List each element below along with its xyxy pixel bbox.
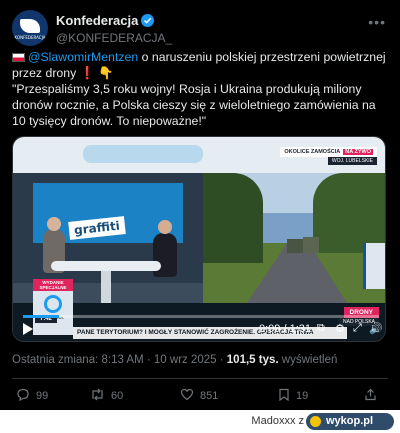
more-icon[interactable]: ••• [368, 14, 386, 30]
repost-count: 60 [111, 390, 124, 402]
repost-button[interactable]: 60 [90, 388, 123, 404]
verified-icon [141, 14, 155, 27]
guest-head [47, 217, 61, 231]
reply-count: 99 [36, 390, 49, 402]
wykop-logo: wykop.pl [306, 413, 394, 430]
watermark-bar: Madoxxx z wykop.pl [0, 410, 400, 433]
special-edition-label: WYDANIE SPECJALNE [33, 279, 73, 291]
video-time: 0:09 / 1:31 [259, 323, 311, 335]
reply-icon [16, 388, 30, 404]
repost-icon [90, 388, 105, 404]
bookmark-icon [278, 388, 290, 404]
poland-flag-icon [12, 53, 25, 62]
settings-icon[interactable]: ⚙ [335, 322, 345, 335]
bookmark-count: 19 [296, 390, 309, 402]
video-controls: 0:09 / 1:31 ⧉ ⚙ ⤢ 🔊 [13, 309, 385, 341]
wykop-logo-text: wykop.pl [326, 415, 374, 427]
location-text: OKOLICE ZAMOŚCIA [284, 149, 341, 155]
avatar-text: KONFEDERACJA [14, 35, 46, 40]
paint-splash [83, 145, 203, 163]
host-head [158, 220, 172, 234]
like-button[interactable]: 851 [180, 388, 218, 404]
edit-timestamp[interactable]: Ostatnia zmiana: 8:13 AM · 10 wrz 2025 · [12, 354, 227, 366]
progress-fill [23, 315, 59, 318]
military-vehicle [287, 239, 303, 253]
view-count: 101,5 tys. [226, 354, 279, 366]
video-topbar: OKOLICE ZAMOŚCIA NA ŻYWO WOJ. LUBELSKIE [13, 137, 385, 173]
police-car [363, 243, 385, 289]
studio-table-leg [101, 271, 111, 303]
heart-icon [180, 388, 194, 404]
logo-mark [20, 19, 40, 33]
exclamation-icon: ❗ [79, 66, 95, 80]
captions-icon[interactable]: ⧉ [317, 322, 325, 335]
road-scene [203, 173, 385, 303]
avatar[interactable]: KONFEDERACJA [12, 10, 48, 46]
share-icon [364, 388, 377, 404]
wykop-logo-icon [310, 416, 321, 427]
studio-table [51, 261, 161, 271]
like-count: 851 [200, 390, 219, 402]
reply-button[interactable]: 99 [16, 388, 48, 404]
mention-link[interactable]: @SlawomirMentzen [28, 50, 138, 64]
progress-bar[interactable] [23, 315, 379, 318]
video-player[interactable]: OKOLICE ZAMOŚCIA NA ŻYWO WOJ. LUBELSKIE g… [12, 136, 386, 342]
military-vehicle-2 [303, 237, 319, 253]
play-icon[interactable] [23, 323, 33, 335]
watermark-author: Madoxxx z [251, 415, 304, 427]
bookmark-button[interactable]: 19 [278, 388, 308, 404]
live-badge: NA ŻYWO [343, 149, 373, 155]
trees-left [203, 173, 263, 263]
post-text: @SlawomirMentzen o naruszeniu polskiej p… [12, 49, 386, 129]
trees-right [313, 173, 385, 253]
post: KONFEDERACJA Konfederacja @KONFEDERACJA_… [0, 0, 400, 410]
action-bar: 99 60 851 19 [12, 386, 388, 406]
views-label: wyświetleń [278, 354, 338, 366]
author-name[interactable]: Konfederacja [56, 13, 155, 28]
share-button[interactable] [364, 388, 383, 404]
author-name-text: Konfederacja [56, 13, 139, 28]
post-header: KONFEDERACJA Konfederacja @KONFEDERACJA_… [12, 10, 388, 50]
location-label: OKOLICE ZAMOŚCIA NA ŻYWO [280, 147, 377, 157]
author-handle[interactable]: @KONFEDERACJA_ [56, 31, 172, 45]
post-quote: "Przespaliśmy 3,5 roku wojny! Rosja i Uk… [12, 82, 376, 128]
divider [12, 378, 388, 379]
post-meta: Ostatnia zmiana: 8:13 AM · 10 wrz 2025 ·… [12, 354, 337, 366]
fullscreen-icon[interactable]: ⤢ [353, 322, 362, 335]
volume-icon[interactable]: 🔊 [369, 322, 383, 335]
pointing-down-icon: 👇 [98, 66, 114, 80]
region-label: WOJ. LUBELSKIE [327, 157, 377, 165]
